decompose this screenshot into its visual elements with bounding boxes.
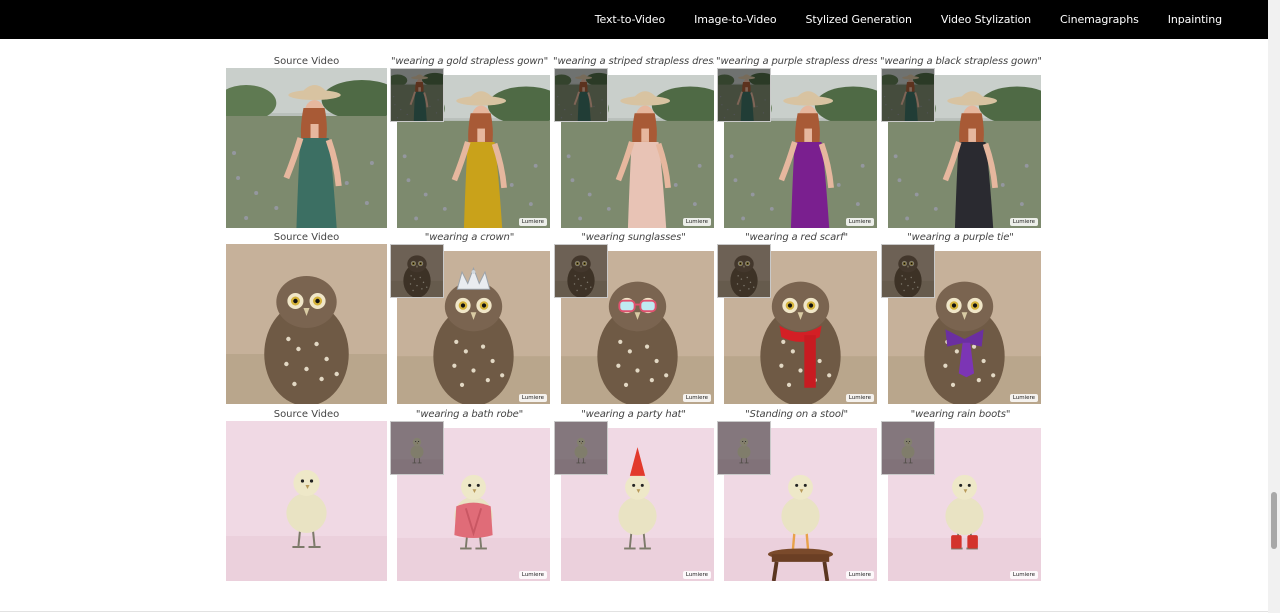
mask-thumbnail bbox=[390, 244, 444, 298]
prompt-caption: "wearing rain boots" bbox=[910, 409, 1011, 420]
prompt-caption: "wearing a black strapless gown" bbox=[880, 56, 1041, 67]
lumiere-watermark: Lumiere bbox=[682, 571, 711, 579]
source-video-woman[interactable] bbox=[226, 68, 387, 228]
lumiere-watermark: Lumiere bbox=[518, 218, 547, 226]
prompt-caption: "wearing a red scarf" bbox=[745, 232, 848, 243]
mask-thumbnail bbox=[554, 244, 608, 298]
source-video-chick[interactable] bbox=[226, 421, 387, 581]
mask-thumbnail bbox=[717, 244, 771, 298]
mask-thumbnail bbox=[717, 421, 771, 475]
lumiere-watermark: Lumiere bbox=[1009, 218, 1038, 226]
prompt-caption: "wearing sunglasses" bbox=[581, 232, 686, 243]
source-video-owl[interactable] bbox=[226, 244, 387, 404]
mask-thumbnail bbox=[881, 244, 935, 298]
prompt-caption: "Standing on a stool" bbox=[745, 409, 848, 420]
video-results-grid: Source Video "wearing a gold strapless g… bbox=[0, 0, 1268, 613]
lumiere-watermark: Lumiere bbox=[518, 394, 547, 402]
prompt-caption: "wearing a gold strapless gown" bbox=[390, 56, 549, 67]
prompt-caption: "wearing a purple tie" bbox=[907, 232, 1014, 243]
mask-thumbnail bbox=[881, 68, 935, 122]
prompt-caption: "wearing a purple strapless dress" bbox=[716, 56, 877, 67]
page-scrollbar[interactable] bbox=[1268, 0, 1280, 613]
mask-thumbnail bbox=[717, 68, 771, 122]
lumiere-watermark: Lumiere bbox=[845, 218, 874, 226]
source-video-label: Source Video bbox=[273, 56, 340, 67]
scrollbar-thumb[interactable] bbox=[1271, 492, 1277, 549]
prompt-caption: "wearing a party hat" bbox=[581, 409, 686, 420]
mask-thumbnail bbox=[881, 421, 935, 475]
source-video-label: Source Video bbox=[273, 409, 340, 420]
lumiere-watermark: Lumiere bbox=[1009, 571, 1038, 579]
mask-thumbnail bbox=[390, 421, 444, 475]
prompt-caption: "wearing a crown" bbox=[424, 232, 515, 243]
lumiere-watermark: Lumiere bbox=[682, 394, 711, 402]
mask-thumbnail bbox=[390, 68, 444, 122]
source-video-label: Source Video bbox=[273, 232, 340, 243]
prompt-caption: "wearing a striped strapless dress" bbox=[553, 56, 714, 67]
prompt-caption: "wearing a bath robe" bbox=[415, 409, 524, 420]
lumiere-watermark: Lumiere bbox=[845, 394, 874, 402]
section-divider bbox=[0, 611, 1268, 612]
mask-thumbnail bbox=[554, 421, 608, 475]
lumiere-watermark: Lumiere bbox=[845, 571, 874, 579]
mask-thumbnail bbox=[554, 68, 608, 122]
lumiere-watermark: Lumiere bbox=[518, 571, 547, 579]
lumiere-watermark: Lumiere bbox=[682, 218, 711, 226]
lumiere-watermark: Lumiere bbox=[1009, 394, 1038, 402]
